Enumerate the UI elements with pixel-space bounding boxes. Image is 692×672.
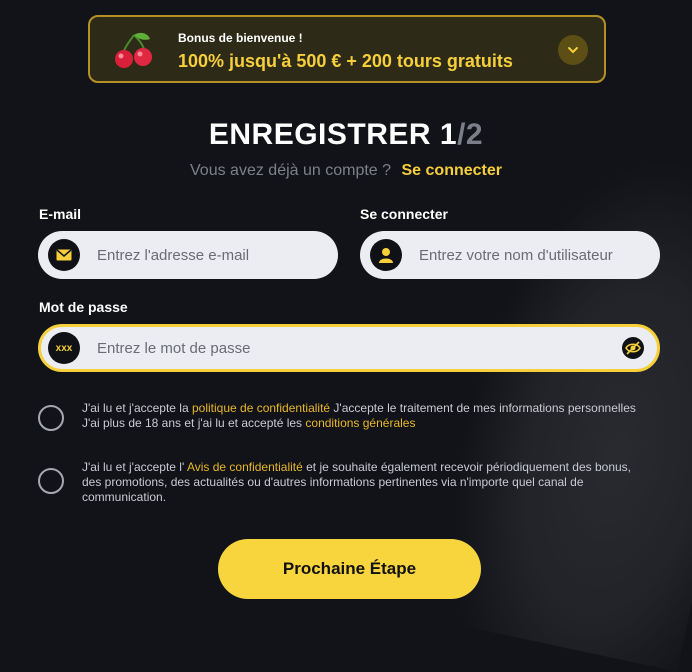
username-input[interactable] [417, 245, 660, 265]
password-field[interactable]: xxx [38, 324, 660, 372]
consent-1-pre: J'ai lu et j'accepte la [82, 401, 192, 415]
step-current: 1 [439, 118, 458, 151]
terms-link[interactable]: conditions générales [305, 416, 415, 430]
consent-2-pre: J'ai lu et j'accepte l' [82, 460, 187, 474]
privacy-consent-row: J'ai lu et j'accepte la politique de con… [38, 401, 652, 431]
next-step-button[interactable]: Prochaine Étape [218, 539, 481, 599]
bonus-expand-button[interactable] [558, 35, 588, 65]
email-input[interactable] [95, 245, 338, 265]
bonus-offer-text: 100% jusqu'à 500 € + 200 tours gratuits [178, 51, 513, 71]
marketing-consent-text: J'ai lu et j'accepte l' Avis de confiden… [82, 460, 652, 505]
privacy-consent-text: J'ai lu et j'accepte la politique de con… [82, 401, 652, 431]
bonus-title: Bonus de bienvenue ! [178, 31, 303, 45]
step-total: /2 [457, 118, 484, 151]
eye-slash-icon[interactable] [621, 336, 645, 360]
login-prompt: Vous avez déjà un compte ? Se connecter [0, 162, 692, 180]
envelope-icon [48, 239, 80, 271]
title-text: ENREGISTRER [208, 118, 432, 151]
cherry-icon [115, 32, 152, 68]
username-field[interactable] [360, 231, 660, 279]
email-field[interactable] [38, 231, 338, 279]
privacy-policy-link[interactable]: politique de confidentialité [192, 401, 330, 415]
password-input[interactable] [95, 338, 621, 358]
user-icon [370, 239, 402, 271]
email-label: E-mail [39, 206, 82, 222]
have-account-text: Vous avez déjà un compte ? [190, 162, 392, 179]
page-title: ENREGISTRER 1/2 [0, 118, 692, 152]
marketing-consent-row: J'ai lu et j'accepte l' Avis de confiden… [38, 460, 652, 505]
chevron-down-icon [568, 47, 578, 54]
welcome-bonus-banner[interactable]: Bonus de bienvenue ! 100% jusqu'à 500 € … [88, 15, 606, 83]
password-label: Mot de passe [39, 299, 128, 315]
password-mask-icon: xxx [48, 332, 80, 364]
username-label: Se connecter [360, 206, 448, 222]
login-link[interactable]: Se connecter [402, 162, 502, 179]
privacy-consent-checkbox[interactable] [38, 405, 64, 431]
marketing-consent-checkbox[interactable] [38, 468, 64, 494]
privacy-notice-link[interactable]: Avis de confidentialité [187, 460, 303, 474]
